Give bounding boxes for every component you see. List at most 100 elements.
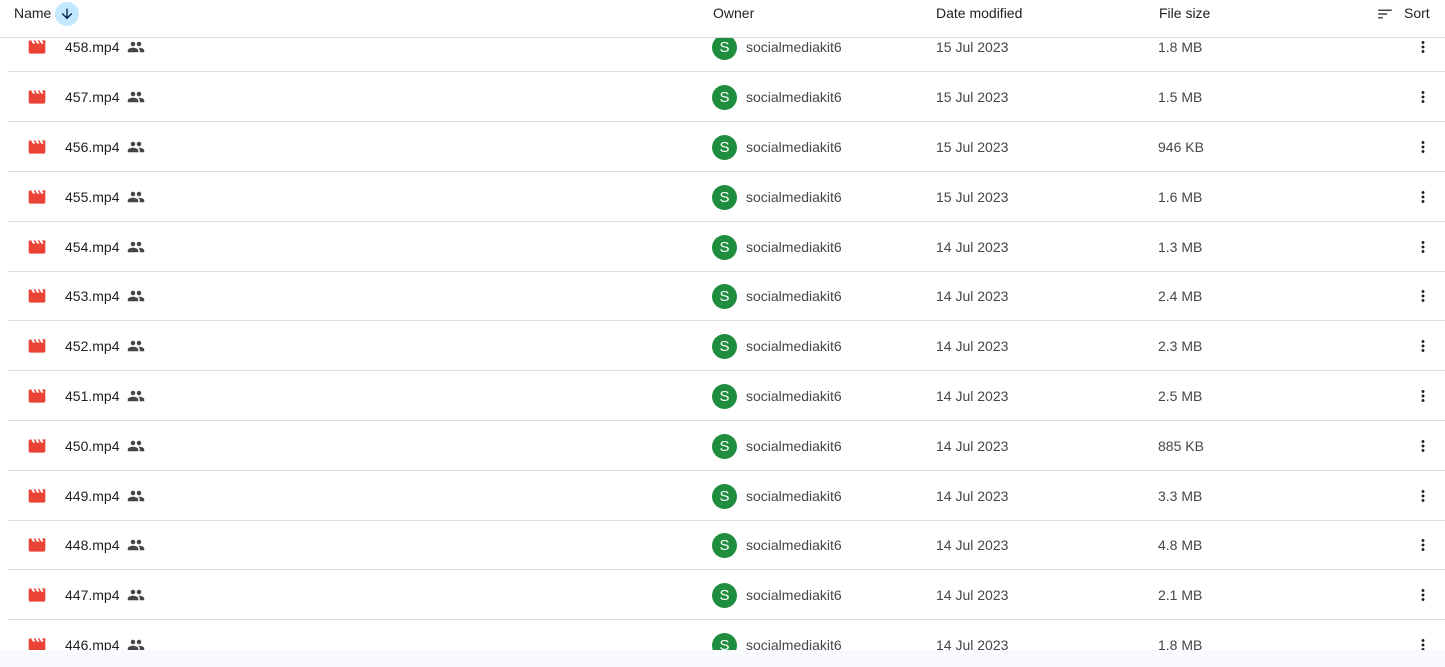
more-actions-button[interactable] bbox=[1413, 122, 1433, 172]
file-row[interactable]: 456.mp4 Ssocialmediakit6 15 Jul 2023 946 KB bbox=[8, 122, 1445, 172]
date-modified: 14 Jul 2023 bbox=[936, 288, 1009, 304]
more-actions-button[interactable] bbox=[1413, 421, 1433, 471]
list-bottom-edge bbox=[0, 650, 1445, 667]
avatar: S bbox=[712, 532, 737, 558]
column-header-date-modified[interactable]: Date modified bbox=[936, 0, 1022, 27]
more-vert-icon bbox=[1421, 191, 1425, 203]
file-name-cell[interactable]: 455.mp4 bbox=[65, 172, 145, 222]
file-size: 3.3 MB bbox=[1158, 488, 1203, 504]
date-modified: 14 Jul 2023 bbox=[936, 338, 1009, 354]
file-list-header: Name Owner Date modified File size Sort bbox=[0, 0, 1445, 38]
more-vert-icon bbox=[1421, 490, 1425, 502]
sort-button-label: Sort bbox=[1404, 5, 1430, 21]
video-file-icon bbox=[27, 122, 47, 172]
file-name: 454.mp4 bbox=[65, 239, 120, 255]
owner-cell: Ssocialmediakit6 bbox=[712, 72, 842, 122]
file-row[interactable]: 454.mp4 Ssocialmediakit6 14 Jul 2023 1.3 MB bbox=[8, 222, 1445, 272]
file-name-cell[interactable]: 447.mp4 bbox=[65, 570, 145, 620]
more-vert-icon bbox=[1421, 390, 1425, 402]
file-name-cell[interactable]: 454.mp4 bbox=[65, 222, 145, 272]
file-size: 2.1 MB bbox=[1158, 587, 1203, 603]
file-size: 2.4 MB bbox=[1158, 288, 1203, 304]
video-file-icon bbox=[27, 172, 47, 222]
owner-cell: Ssocialmediakit6 bbox=[712, 321, 842, 371]
more-actions-button[interactable] bbox=[1413, 471, 1433, 521]
file-row[interactable]: 447.mp4 Ssocialmediakit6 14 Jul 2023 2.1 MB bbox=[8, 570, 1445, 620]
owner-name: socialmediakit6 bbox=[746, 488, 842, 504]
file-name: 449.mp4 bbox=[65, 488, 120, 504]
file-name-cell[interactable]: 450.mp4 bbox=[65, 421, 145, 471]
more-actions-button[interactable] bbox=[1413, 371, 1433, 421]
more-actions-button[interactable] bbox=[1413, 222, 1433, 272]
more-actions-button[interactable] bbox=[1413, 271, 1433, 321]
column-header-name[interactable]: Name bbox=[14, 0, 80, 27]
file-row[interactable]: 446.mp4 Ssocialmediakit6 14 Jul 2023 1.8 MB bbox=[8, 620, 1445, 650]
file-row[interactable]: 450.mp4 Ssocialmediakit6 14 Jul 2023 885 KB bbox=[8, 421, 1445, 471]
more-actions-button[interactable] bbox=[1413, 321, 1433, 371]
file-row[interactable]: 453.mp4 Ssocialmediakit6 14 Jul 2023 2.4 MB bbox=[8, 271, 1445, 321]
file-size: 946 KB bbox=[1158, 139, 1204, 155]
shared-people-icon bbox=[127, 188, 145, 206]
file-name: 448.mp4 bbox=[65, 537, 120, 553]
more-vert-icon bbox=[1421, 639, 1425, 650]
owner-cell: Ssocialmediakit6 bbox=[712, 570, 842, 620]
shared-people-icon bbox=[127, 337, 145, 355]
column-header-file-size[interactable]: File size bbox=[1159, 0, 1210, 27]
more-vert-icon bbox=[1421, 241, 1425, 253]
file-name-cell[interactable]: 457.mp4 bbox=[65, 72, 145, 122]
file-row[interactable]: 448.mp4 Ssocialmediakit6 14 Jul 2023 4.8 MB bbox=[8, 520, 1445, 570]
more-actions-button[interactable] bbox=[1413, 172, 1433, 222]
sort-direction-button[interactable] bbox=[55, 1, 80, 26]
video-file-icon bbox=[27, 72, 47, 122]
file-row[interactable]: 451.mp4 Ssocialmediakit6 14 Jul 2023 2.5 MB bbox=[8, 371, 1445, 421]
shared-people-icon bbox=[127, 487, 145, 505]
owner-name: socialmediakit6 bbox=[746, 438, 842, 454]
file-name-cell[interactable]: 456.mp4 bbox=[65, 122, 145, 172]
file-row[interactable]: 457.mp4 Ssocialmediakit6 15 Jul 2023 1.5 MB bbox=[8, 72, 1445, 122]
more-actions-button[interactable] bbox=[1413, 520, 1433, 570]
avatar: S bbox=[712, 483, 737, 509]
owner-name: socialmediakit6 bbox=[746, 388, 842, 404]
file-row[interactable]: 452.mp4 Ssocialmediakit6 14 Jul 2023 2.3 MB bbox=[8, 321, 1445, 371]
date-modified: 14 Jul 2023 bbox=[936, 239, 1009, 255]
date-modified: 15 Jul 2023 bbox=[936, 189, 1009, 205]
file-name-cell[interactable]: 446.mp4 bbox=[65, 620, 145, 650]
file-name: 452.mp4 bbox=[65, 338, 120, 354]
shared-people-icon bbox=[127, 287, 145, 305]
file-name-cell[interactable]: 453.mp4 bbox=[65, 271, 145, 321]
more-actions-button[interactable] bbox=[1413, 72, 1433, 122]
file-row[interactable]: 449.mp4 Ssocialmediakit6 14 Jul 2023 3.3 MB bbox=[8, 471, 1445, 521]
file-list: 458.mp4 Ssocialmediakit6 15 Jul 2023 1.8 MB… bbox=[0, 38, 1445, 650]
file-name-cell[interactable]: 458.mp4 bbox=[65, 38, 145, 72]
more-vert-icon bbox=[1421, 91, 1425, 103]
shared-people-icon bbox=[127, 38, 145, 56]
video-file-icon bbox=[27, 321, 47, 371]
shared-people-icon bbox=[127, 586, 145, 604]
owner-name: socialmediakit6 bbox=[746, 89, 842, 105]
file-row[interactable]: 458.mp4 Ssocialmediakit6 15 Jul 2023 1.8 MB bbox=[8, 38, 1445, 72]
more-vert-icon bbox=[1421, 539, 1425, 551]
owner-name: socialmediakit6 bbox=[746, 537, 842, 553]
file-name: 450.mp4 bbox=[65, 438, 120, 454]
avatar: S bbox=[712, 333, 737, 359]
more-actions-button[interactable] bbox=[1413, 620, 1433, 650]
owner-cell: Ssocialmediakit6 bbox=[712, 471, 842, 521]
more-vert-icon bbox=[1421, 340, 1425, 352]
more-actions-button[interactable] bbox=[1413, 570, 1433, 620]
file-name: 455.mp4 bbox=[65, 189, 120, 205]
sort-button[interactable]: Sort bbox=[1376, 0, 1430, 27]
file-name-cell[interactable]: 452.mp4 bbox=[65, 321, 145, 371]
column-header-owner[interactable]: Owner bbox=[713, 0, 754, 27]
owner-cell: Ssocialmediakit6 bbox=[712, 520, 842, 570]
shared-people-icon bbox=[127, 88, 145, 106]
file-row[interactable]: 455.mp4 Ssocialmediakit6 15 Jul 2023 1.6 MB bbox=[8, 172, 1445, 222]
file-name: 446.mp4 bbox=[65, 637, 120, 650]
owner-cell: Ssocialmediakit6 bbox=[712, 172, 842, 222]
more-actions-button[interactable] bbox=[1413, 38, 1433, 72]
shared-people-icon bbox=[127, 138, 145, 156]
more-vert-icon bbox=[1421, 440, 1425, 452]
file-name-cell[interactable]: 448.mp4 bbox=[65, 520, 145, 570]
file-name-cell[interactable]: 449.mp4 bbox=[65, 471, 145, 521]
file-name-cell[interactable]: 451.mp4 bbox=[65, 371, 145, 421]
owner-name: socialmediakit6 bbox=[746, 139, 842, 155]
